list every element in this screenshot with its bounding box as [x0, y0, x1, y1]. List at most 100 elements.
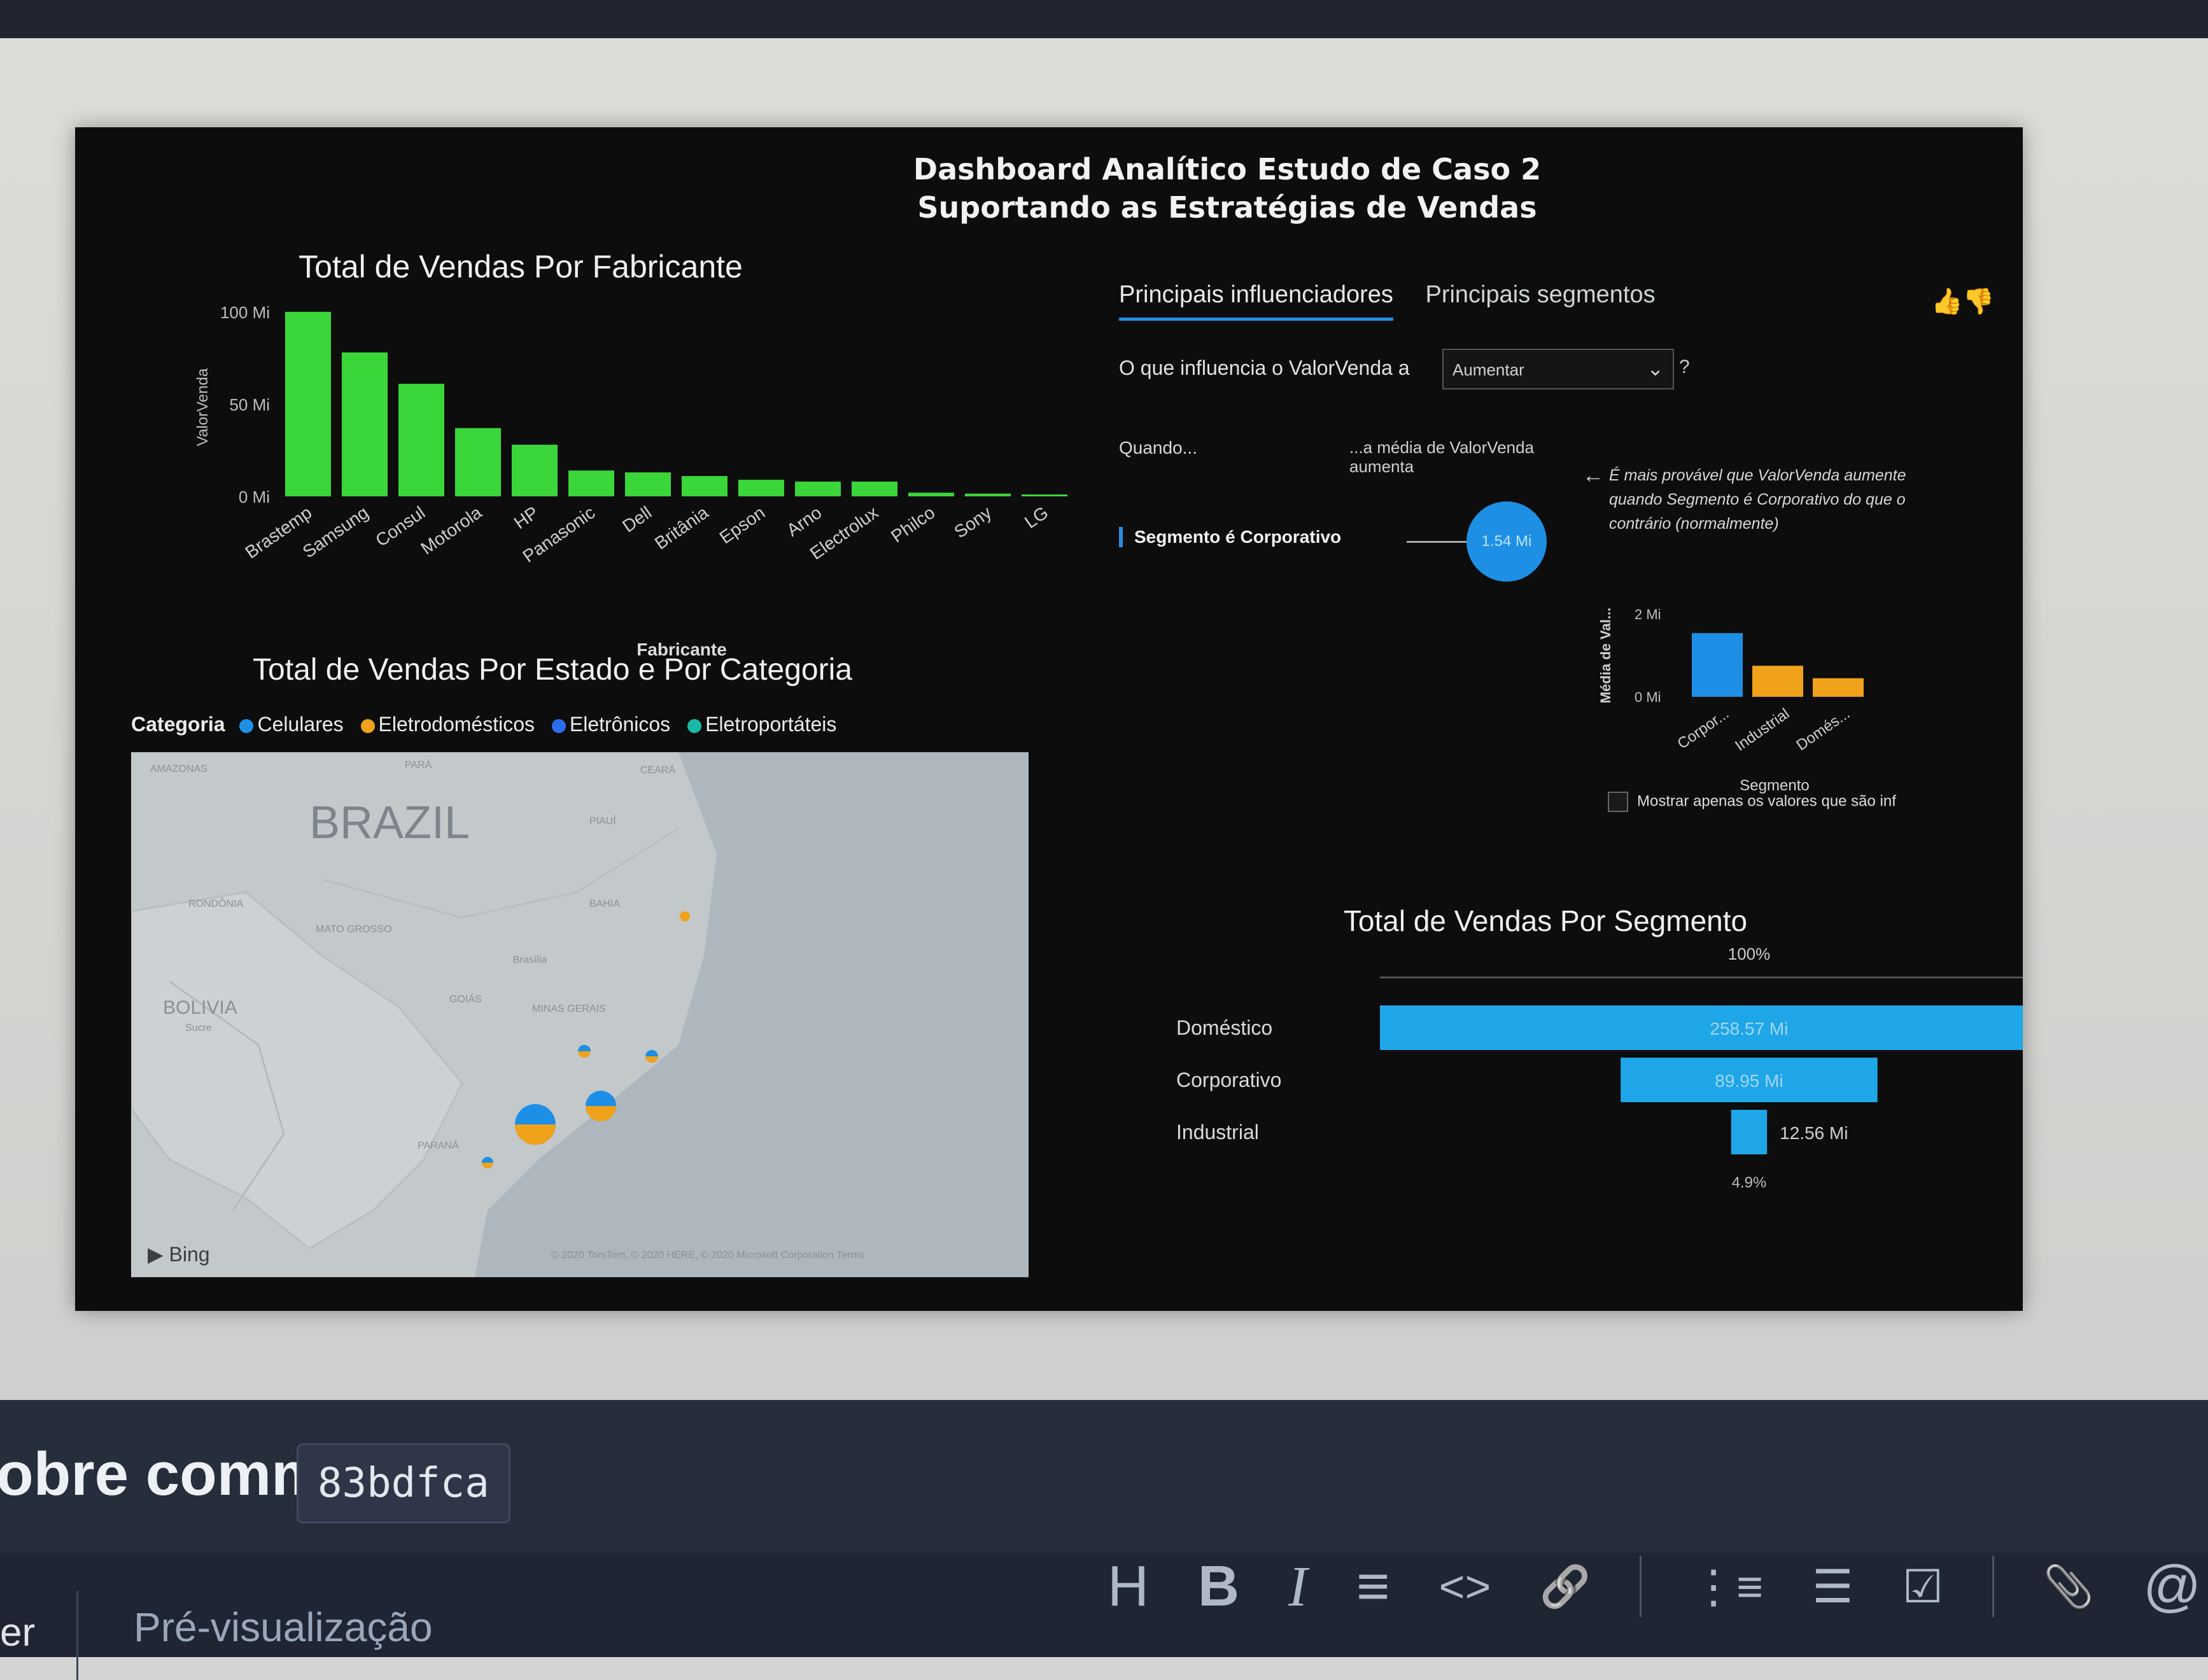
influencer-explanation: É mais provável que ValorVenda aumente q… [1609, 466, 1906, 533]
x-tick-label: Arno [783, 503, 825, 540]
mini-x-tick-label: Domés... [1793, 705, 1853, 754]
pie-espirito-santo[interactable] [645, 1050, 658, 1063]
toolbar-divider [1992, 1556, 1995, 1618]
category-legend: Categoria Celulares Eletrodomésticos Ele… [131, 713, 839, 736]
title-line-2: Suportando as Estratégias de Vendas [917, 190, 1537, 225]
x-tick-label: Motorola [417, 502, 485, 558]
segment-value-label: 12.56 Mi [1780, 1123, 1848, 1143]
influencer-row-corporativo[interactable]: Segmento é Corporativo [1119, 527, 1341, 547]
legend-item[interactable]: Eletrodomésticos [379, 713, 535, 736]
segment-value-label: 258.57 Mi [1710, 1019, 1789, 1039]
tab-principais-influenciadores[interactable]: Principais influenciadores [1119, 281, 1393, 321]
bar-panasonic [568, 470, 614, 496]
manufacturer-bar-chart: 0 Mi50 Mi100 MiValorVendaBrastempSamsung… [194, 303, 1067, 659]
y-tick-label: 50 Mi [229, 395, 270, 414]
bing-label: Bing [169, 1243, 210, 1266]
bar-electrolux [852, 481, 897, 496]
chevron-down-icon: ⌄ [1647, 357, 1664, 380]
mini-bar-2 [1813, 678, 1864, 697]
pie-sao-paulo[interactable] [515, 1104, 556, 1145]
when-header: Quando... [1119, 438, 1197, 458]
checkbox-box[interactable] [1608, 792, 1628, 812]
powerbi-dashboard: Dashboard Analítico Estudo de Caso 2 Sup… [75, 127, 2023, 1311]
influencer-connector [1407, 541, 1467, 543]
help-icon[interactable]: ? [1679, 356, 1690, 378]
quote-icon[interactable]: ≡ [1356, 1554, 1390, 1620]
task-list-icon[interactable]: ☑ [1902, 1560, 1944, 1613]
segment-bar-industrial [1731, 1110, 1768, 1154]
segment-label-industrial: Industrial [1176, 1121, 1259, 1144]
pie-minas-gerais[interactable] [578, 1045, 591, 1058]
markdown-toolbar: H B I ≡ <> 🔗 ⋮≡ ☰ ☑ 📎 @ [1108, 1550, 2201, 1627]
bar-samsung [342, 352, 388, 496]
bar-britânia [682, 476, 728, 496]
manufacturer-chart-title: Total de Vendas Por Fabricante [299, 249, 743, 284]
legend-title: Categoria [131, 713, 225, 736]
link-icon[interactable]: 🔗 [1540, 1563, 1591, 1611]
bar-hp [512, 444, 558, 496]
bar-epson [738, 479, 784, 496]
italic-icon[interactable]: I [1288, 1554, 1307, 1620]
bar-lg [1022, 494, 1067, 496]
state-chart-title: Total de Vendas Por Estado e Por Categor… [253, 653, 852, 687]
tab-preview[interactable]: Pré-visualização [134, 1604, 433, 1651]
mini-bar-0 [1692, 633, 1743, 697]
legend-dot-celulares [239, 718, 254, 733]
pie-rio-de-janeiro[interactable] [586, 1091, 616, 1121]
commit-hash[interactable]: 83bdfca [297, 1443, 510, 1523]
heading-icon[interactable]: H [1108, 1554, 1149, 1620]
legend-dot-eletroportateis [687, 718, 702, 733]
pie-parana[interactable] [482, 1157, 493, 1168]
monitor-bezel [0, 0, 2208, 38]
bar-philco [908, 493, 954, 496]
influence-bubble[interactable]: 1.54 Mi [1466, 501, 1547, 582]
tab-principais-segmentos[interactable]: Principais segmentos [1425, 281, 1655, 309]
brazil-map[interactable]: BRAZIL BOLIVIA AMAZONAS PARÁ MATO GROSSO… [131, 752, 1029, 1277]
x-tick-label: Dell [619, 503, 655, 536]
mini-bar-1 [1752, 666, 1803, 697]
pie-bahia[interactable] [680, 911, 690, 921]
average-header: ...a média de ValorVenda aumenta [1349, 438, 1535, 476]
title-line-1: Dashboard Analítico Estudo de Caso 2 [913, 152, 1542, 186]
tab-write[interactable]: er [0, 1591, 78, 1680]
ordered-list-icon[interactable]: ⋮≡ [1691, 1560, 1763, 1613]
bar-dell [625, 472, 671, 496]
x-tick-label: HP [510, 503, 542, 533]
code-icon[interactable]: <> [1439, 1561, 1491, 1612]
legend-item[interactable]: Celulares [257, 713, 343, 736]
map-pies [482, 911, 690, 1168]
percent-label-top: 100% [1728, 944, 1771, 963]
x-tick-label: Britânia [651, 502, 712, 553]
segment-average-chart: Média de Val... 0 Mi 2 Mi Corpor... Industri… [1598, 606, 1864, 794]
unordered-list-icon[interactable]: ☰ [1812, 1560, 1853, 1613]
mini-y-axis-label: Média de Val... [1598, 608, 1614, 703]
bar-arno [795, 481, 841, 496]
feedback-thumbs-icon[interactable]: 👍👎 [1931, 286, 1995, 316]
bar-consul [398, 384, 444, 496]
y-axis-label: ValorVenda [194, 368, 211, 446]
bar-brastemp [285, 312, 331, 496]
segment-chart-title: Total de Vendas Por Segmento [1343, 904, 1748, 937]
influence-question: O que influencia o ValorVenda a [1119, 356, 1410, 379]
legend-item[interactable]: Eletroportáteis [705, 713, 836, 736]
bar-motorola [455, 428, 501, 496]
legend-item[interactable]: Eletrônicos [570, 713, 670, 736]
bold-icon[interactable]: B [1198, 1554, 1239, 1620]
segment-bar-chart: 100% Doméstico 258.57 Mi Corporativo 89.95 M… [1176, 944, 2023, 1191]
mini-y-tick-label: 2 Mi [1635, 606, 1661, 622]
x-tick-label: LG [1021, 503, 1051, 533]
show-influencing-only-checkbox[interactable]: Mostrar apenas os valores que são inf [1608, 792, 1896, 812]
bing-logo: ▶ Bing [148, 1243, 210, 1266]
mini-x-tick-label: Industrial [1732, 705, 1792, 755]
segment-label-doméstico: Doméstico [1176, 1016, 1272, 1039]
attach-icon[interactable]: 📎 [2043, 1563, 2094, 1611]
segment-value-label: 89.95 Mi [1715, 1071, 1783, 1091]
x-tick-label: Philco [887, 503, 938, 547]
tab-write-label: er [0, 1611, 36, 1655]
dashboard-title: Dashboard Analítico Estudo de Caso 2 Sup… [775, 150, 1679, 227]
y-tick-label: 100 Mi [220, 303, 270, 322]
x-tick-label: Epson [716, 503, 769, 548]
x-tick-label: Sony [950, 503, 995, 542]
direction-select[interactable]: Aumentar ⌄ [1442, 349, 1674, 389]
mention-icon[interactable]: @ [2143, 1554, 2201, 1620]
